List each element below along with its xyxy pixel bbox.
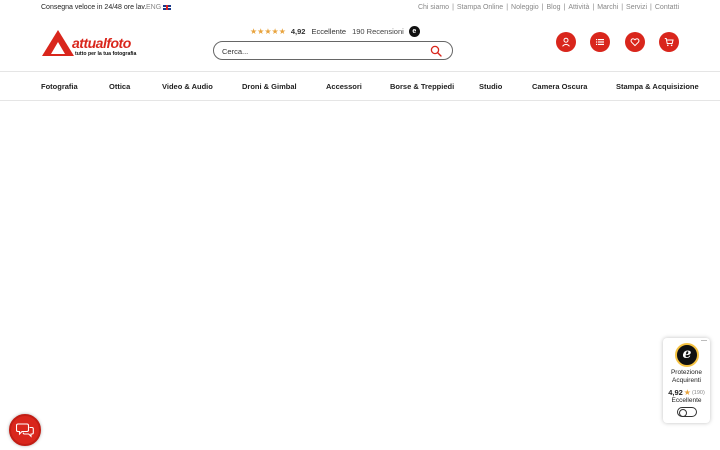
nav-item-droni-gimbal[interactable]: Droni & Gimbal bbox=[242, 82, 297, 91]
top-link-servizi[interactable]: Servizi bbox=[626, 4, 647, 11]
site-logo[interactable]: attualfoto tutto per la tua fotografia bbox=[42, 30, 140, 58]
account-button[interactable] bbox=[556, 32, 576, 52]
rating-label: Eccellente bbox=[311, 26, 347, 36]
top-link-attivita[interactable]: Attività bbox=[568, 4, 589, 11]
badge-score: 4,92 bbox=[668, 388, 683, 397]
trusted-shops-badge[interactable]: — Protezione Acquirenti 4,92 ★ (190) Ecc… bbox=[663, 338, 710, 423]
store-rating[interactable]: ★★★★★ 4,92 Eccellente 190 Recensioni e bbox=[250, 25, 420, 37]
uk-flag-icon bbox=[163, 5, 172, 10]
rating-stars: ★★★★★ bbox=[250, 26, 286, 36]
badge-score-row: 4,92 ★ (190) bbox=[663, 388, 710, 397]
cart-icon bbox=[664, 38, 674, 47]
nav-item-accessori[interactable]: Accessori bbox=[326, 82, 362, 91]
heart-icon bbox=[630, 38, 640, 47]
nav-item-studio[interactable]: Studio bbox=[479, 82, 502, 91]
trusted-seal-icon bbox=[675, 343, 699, 367]
top-bar: Consegna veloce in 24/48 ore lav. ENG Ch… bbox=[0, 0, 720, 16]
wishlist-button[interactable] bbox=[625, 32, 645, 52]
top-link-stampa-online[interactable]: Stampa Online bbox=[457, 4, 503, 11]
badge-count: (190) bbox=[691, 389, 705, 396]
main-nav: Fotografia Ottica Video & Audio Droni & … bbox=[0, 71, 720, 101]
language-switch[interactable]: ENG bbox=[146, 4, 172, 11]
trusted-shops-icon: e bbox=[408, 25, 420, 37]
top-links: Chi siamo | Stampa Online | Noleggio | Blog… bbox=[417, 4, 679, 11]
search-bar bbox=[213, 41, 453, 60]
cart-button[interactable] bbox=[659, 32, 679, 52]
badge-label: Eccellente bbox=[671, 397, 702, 404]
nav-item-ottica[interactable]: Ottica bbox=[109, 82, 130, 91]
language-label: ENG bbox=[146, 4, 162, 11]
top-link-chi-siamo[interactable]: Chi siamo bbox=[418, 4, 449, 11]
rating-count: 190 Recensioni bbox=[352, 26, 404, 36]
logo-name: attualfoto bbox=[72, 35, 131, 51]
search-icon[interactable] bbox=[430, 45, 442, 57]
nav-item-video-audio[interactable]: Video & Audio bbox=[162, 82, 213, 91]
rating-score: 4,92 bbox=[290, 26, 306, 36]
nav-item-stampa-acquisizione[interactable]: Stampa & Acquisizione bbox=[616, 82, 699, 91]
buyer-protection-label: Protezione Acquirenti bbox=[670, 369, 703, 384]
top-link-blog[interactable]: Blog bbox=[547, 4, 561, 11]
nav-item-borse-treppiedi[interactable]: Borse & Treppiedi bbox=[390, 82, 454, 91]
star-icon: ★ bbox=[683, 388, 691, 397]
chat-bubbles-icon bbox=[16, 423, 34, 438]
badge-toggle-icon[interactable] bbox=[677, 407, 697, 417]
logo-tagline: tutto per la tua fotografia bbox=[75, 51, 137, 57]
top-link-contatti[interactable]: Contatti bbox=[655, 4, 679, 11]
nav-item-camera-oscura[interactable]: Camera Oscura bbox=[532, 82, 587, 91]
list-button[interactable] bbox=[590, 32, 610, 52]
chat-button[interactable] bbox=[9, 414, 41, 446]
nav-item-fotografia[interactable]: Fotografia bbox=[41, 82, 78, 91]
top-link-marchi[interactable]: Marchi bbox=[597, 4, 618, 11]
list-icon bbox=[596, 39, 604, 45]
top-link-noleggio[interactable]: Noleggio bbox=[511, 4, 539, 11]
delivery-notice: Consegna veloce in 24/48 ore lav. bbox=[41, 4, 147, 11]
close-icon[interactable]: — bbox=[701, 338, 707, 344]
account-icon bbox=[562, 37, 570, 47]
search-input[interactable] bbox=[222, 45, 422, 57]
